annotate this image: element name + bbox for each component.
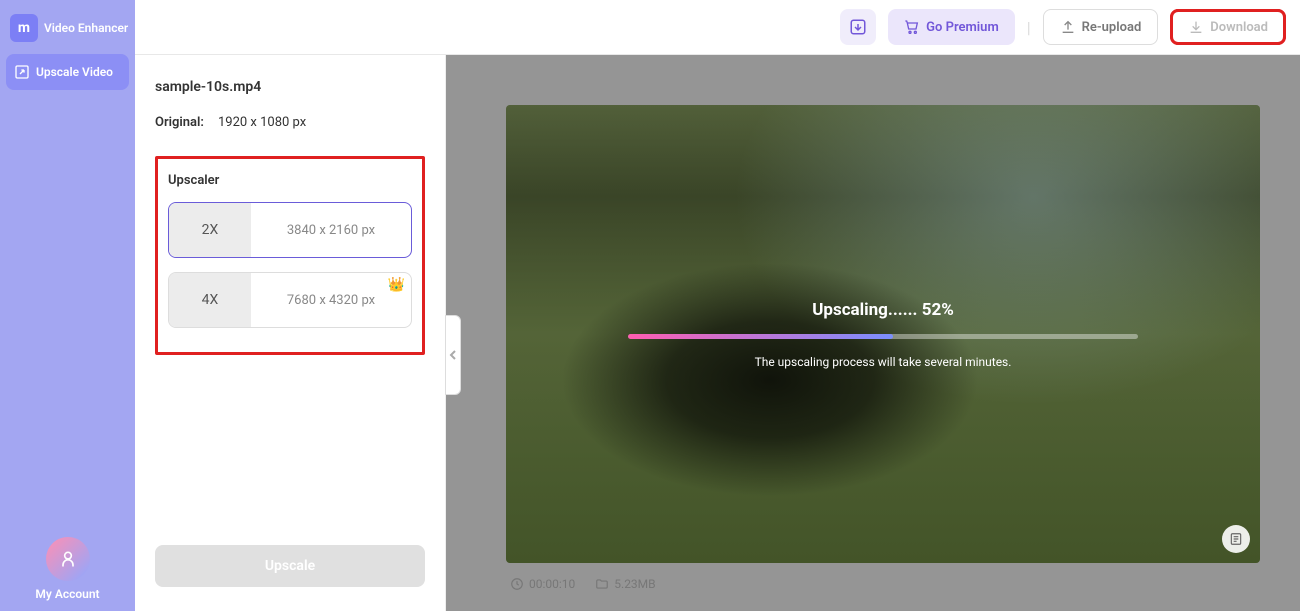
upscale-button[interactable]: Upscale [155,545,425,587]
duration-info: 00:00:10 [510,577,575,591]
scale-option-2x[interactable]: 2X 3840 x 2160 px [168,202,412,258]
content: sample-10s.mp4 Original: 1920 x 1080 px … [135,55,1300,611]
download-button[interactable]: Download [1170,9,1286,45]
main: Go Premium | Re-upload Download sample-1… [135,0,1300,611]
logo-icon: m [10,14,38,42]
nav-label: Upscale Video [36,65,113,79]
scale-option-4x[interactable]: 4X 7680 x 4320 px 👑 [168,272,412,328]
premium-label: Go Premium [926,20,999,35]
reupload-label: Re-upload [1082,20,1142,35]
go-premium-button[interactable]: Go Premium [888,9,1015,45]
collapse-handle[interactable] [445,315,461,395]
filesize-value: 5.23MB [614,577,655,591]
original-label: Original: [155,115,204,130]
scale-multiplier: 2X [169,203,251,257]
note-button[interactable] [1222,525,1250,553]
header: Go Premium | Re-upload Download [135,0,1300,55]
filename: sample-10s.mp4 [155,79,425,95]
app-name: Video Enhancer [44,21,128,35]
account-label: My Account [35,587,99,601]
upload-icon [1060,19,1076,35]
scale-resolution: 3840 x 2160 px [251,203,411,257]
crown-icon: 👑 [388,277,405,293]
import-icon [849,18,867,36]
cart-icon [904,19,920,35]
progress-label: Upscaling...... 52% [812,300,954,320]
app-logo: m Video Enhancer [6,10,129,54]
progress-note: The upscaling process will take several … [755,355,1012,369]
download-icon [1188,19,1204,35]
sidebar: m Video Enhancer Upscale Video My Accoun… [0,0,135,611]
original-resolution: 1920 x 1080 px [218,115,306,130]
folder-icon [595,577,609,591]
reupload-button[interactable]: Re-upload [1043,9,1159,45]
divider: | [1027,18,1031,37]
avatar [46,537,90,581]
chevron-left-icon [449,349,457,361]
filesize-info: 5.23MB [595,577,655,591]
video-meta: 00:00:10 5.23MB [506,563,1260,591]
import-button[interactable] [840,9,876,45]
right-panel: Upscaling...... 52% The upscaling proces… [446,55,1300,611]
my-account[interactable]: My Account [6,537,129,601]
duration-value: 00:00:10 [529,577,575,591]
upscaler-section: Upscaler 2X 3840 x 2160 px 4X 7680 x 432… [155,156,425,355]
sidebar-item-upscale-video[interactable]: Upscale Video [6,54,129,90]
upscale-icon [14,64,30,80]
scale-multiplier: 4X [169,273,251,327]
user-icon [58,549,78,569]
upscaler-title: Upscaler [168,173,412,188]
video-preview: Upscaling...... 52% The upscaling proces… [506,105,1260,563]
clock-icon [510,577,524,591]
download-label: Download [1210,20,1268,35]
note-icon [1229,532,1243,546]
progress-bar [628,334,1138,339]
progress-fill [628,334,893,339]
original-info: Original: 1920 x 1080 px [155,115,425,130]
left-panel: sample-10s.mp4 Original: 1920 x 1080 px … [135,55,446,611]
